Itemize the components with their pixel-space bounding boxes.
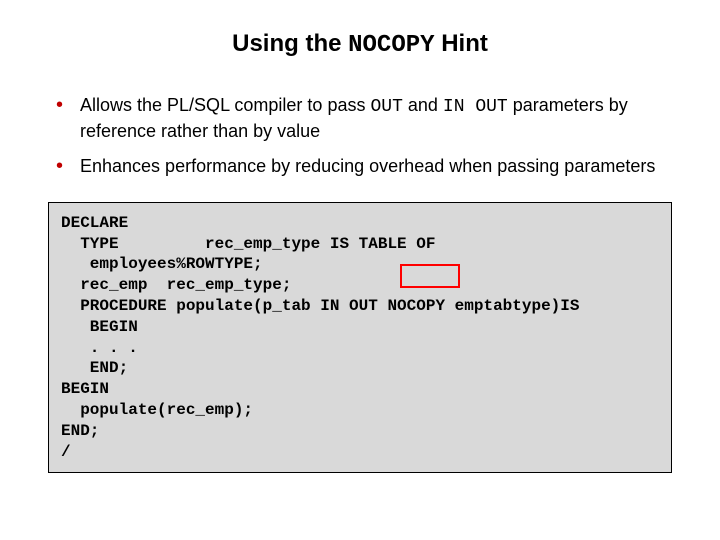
title-pre: Using the	[232, 30, 348, 57]
bullet-item: Allows the PL/SQL compiler to pass OUT a…	[52, 93, 672, 144]
code-block: DECLARE TYPE rec_emp_type IS TABLE OF em…	[48, 202, 672, 474]
bullet-text: Enhances performance by reducing overhea…	[80, 156, 655, 176]
slide-title: Using the NOCOPY Hint	[48, 30, 672, 59]
title-post: Hint	[435, 30, 488, 57]
bullet-text: and	[403, 95, 443, 115]
bullet-item: Enhances performance by reducing overhea…	[52, 154, 672, 178]
title-code: NOCOPY	[348, 32, 434, 59]
bullet-list: Allows the PL/SQL compiler to pass OUT a…	[52, 93, 672, 178]
bullet-code: OUT	[370, 97, 402, 117]
bullet-code: IN OUT	[443, 97, 508, 117]
slide: Using the NOCOPY Hint Allows the PL/SQL …	[0, 0, 720, 509]
code-block-wrap: DECLARE TYPE rec_emp_type IS TABLE OF em…	[48, 202, 672, 474]
bullet-text: Allows the PL/SQL compiler to pass	[80, 95, 370, 115]
